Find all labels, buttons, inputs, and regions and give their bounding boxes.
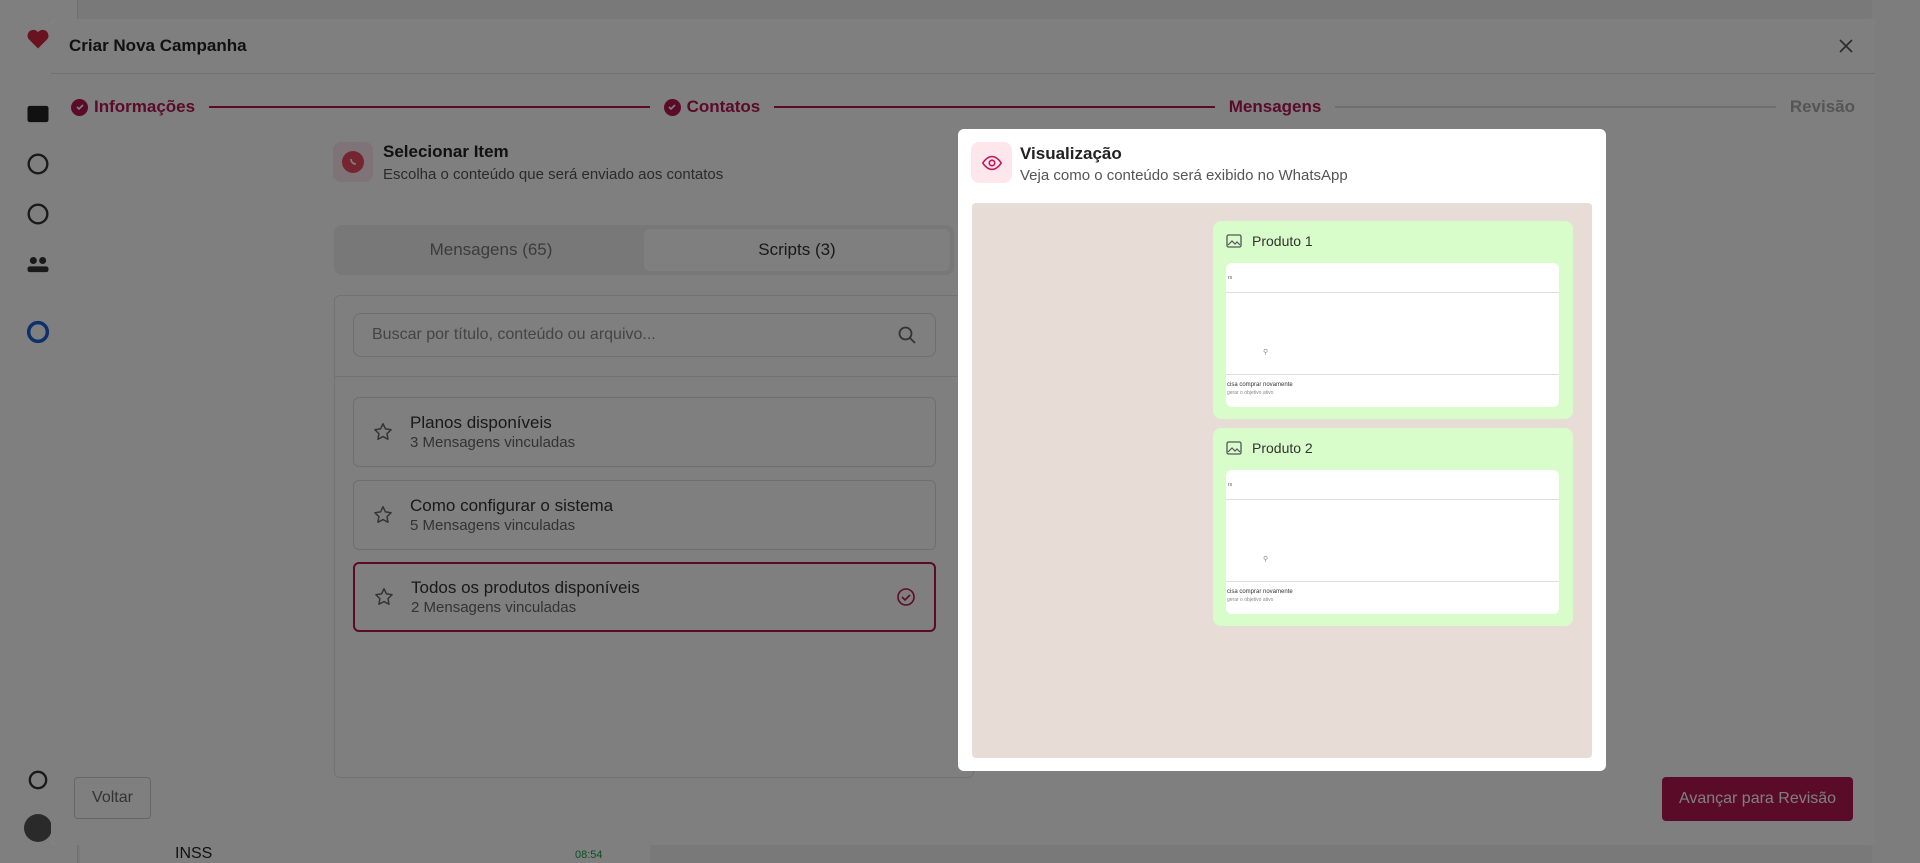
search-icon: ⚲ [1263,349,1269,356]
eye-icon [971,142,1012,183]
thumb-top: rs [1226,470,1559,500]
image-icon [1226,441,1242,455]
preview-dialog: Visualização Veja como o conteúdo será e… [958,129,1606,771]
thumb-line: cisa comprar novamente [1227,589,1293,595]
message-label: Produto 1 [1252,233,1313,249]
message-label: Produto 2 [1252,440,1313,456]
search-icon: ⚲ [1263,556,1269,563]
preview-header: Visualização Veja como o conteúdo será e… [971,142,1593,184]
thumb-line: gerar o objetivo ativo [1227,597,1274,603]
preview-subtitle: Veja como o conteúdo será exibido no Wha… [1020,167,1348,184]
message-thumbnail: rs ⚲ cisa comprar novamente gerar o obje… [1226,263,1559,407]
message-bubble: Produto 2 rs ⚲ cisa comprar novamente ge… [1213,428,1573,626]
image-icon [1226,234,1242,248]
thumb-top: rs [1226,263,1559,293]
whatsapp-preview-canvas: Produto 1 rs ⚲ cisa comprar novamente ge… [972,203,1592,758]
preview-title: Visualização [1020,144,1122,163]
thumb-line: cisa comprar novamente [1227,382,1293,388]
message-bubble: Produto 1 rs ⚲ cisa comprar novamente ge… [1213,221,1573,419]
thumb-line: gerar o objetivo ativo [1227,390,1274,396]
message-thumbnail: rs ⚲ cisa comprar novamente gerar o obje… [1226,470,1559,614]
